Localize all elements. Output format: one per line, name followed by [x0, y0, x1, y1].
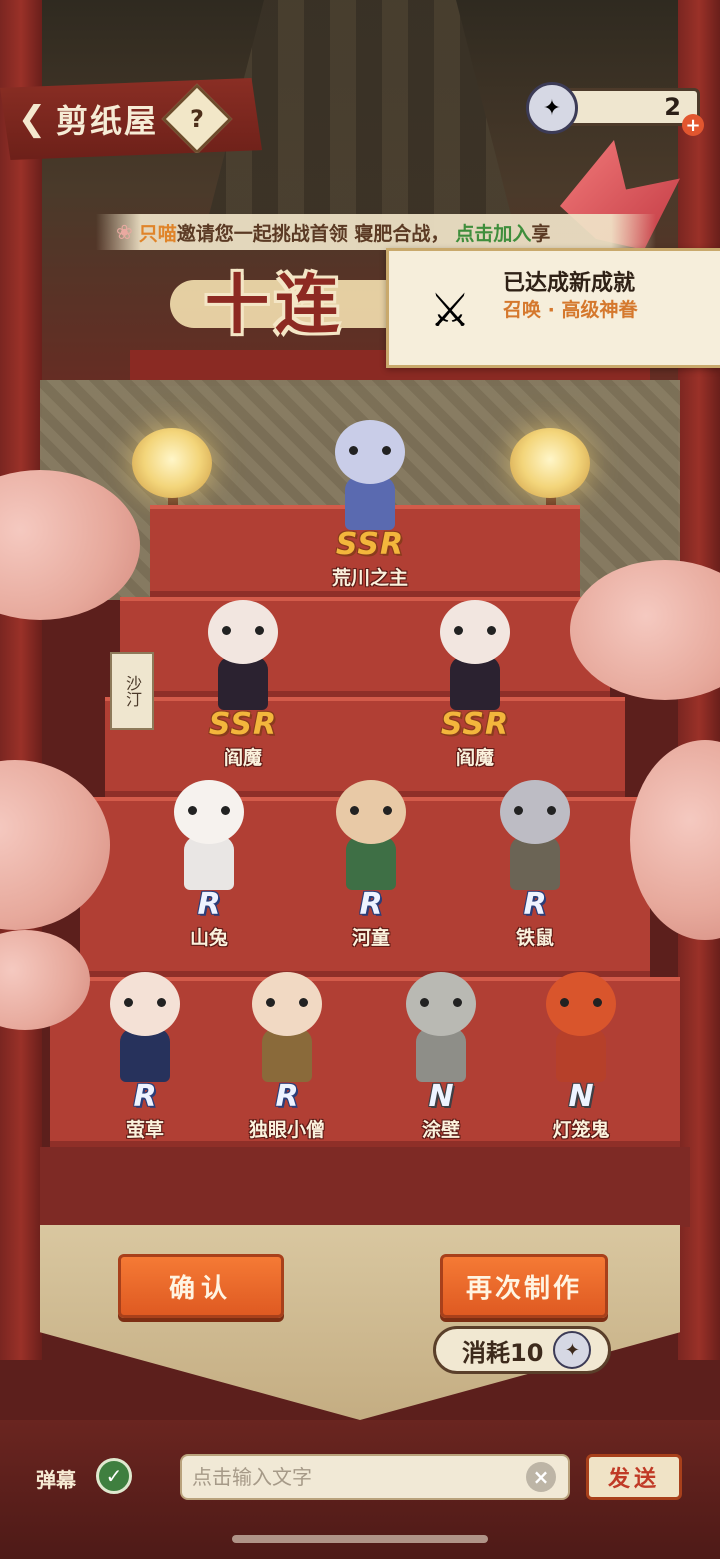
character-body [120, 1028, 170, 1082]
character-name: 河童 [351, 927, 390, 949]
invite-join-link[interactable]: 点击加入 [455, 219, 531, 246]
character-figure [100, 972, 190, 1082]
cost-indicator: 消耗10 ✦ [433, 1326, 611, 1374]
danmu-input[interactable] [180, 1454, 570, 1500]
character-eyes [124, 998, 166, 1007]
check-icon: ✓ [105, 1464, 123, 1488]
summon-again-button[interactable]: 再次制作 [440, 1254, 608, 1318]
character-eyes [514, 806, 556, 815]
character-card[interactable]: R 河童 [306, 760, 436, 950]
character-body [416, 1028, 466, 1082]
character-card[interactable]: SSR 阎魔 [410, 580, 540, 770]
rarity-badge: R [359, 887, 383, 922]
invite-text: 邀请您一起挑战首领 寝肥合战， [176, 222, 450, 245]
character-eyes [349, 446, 391, 455]
lantern-left [132, 428, 212, 498]
character-name: 涂壁 [421, 1119, 460, 1141]
character-name: 灯笼鬼 [552, 1119, 610, 1141]
character-eyes [188, 806, 230, 815]
tenpull-title: 十连 [205, 269, 345, 343]
rarity-badge: N [568, 1079, 594, 1114]
pillar-left [0, 0, 42, 1360]
character-card[interactable]: N 灯笼鬼 [516, 952, 646, 1142]
invite-banner[interactable]: ❀ 只喵 邀请您一起挑战首领 寝肥合战， 点击加入 享 [96, 214, 656, 250]
character-name: 独眼小僧 [248, 1119, 325, 1141]
character-eyes [266, 998, 308, 1007]
cost-label: 消耗10 [462, 1338, 544, 1367]
character-name: 萤草 [125, 1119, 164, 1141]
chevron-left-icon: ❮ [17, 99, 47, 139]
character-name: 山兔 [189, 927, 228, 949]
character-figure [396, 972, 486, 1082]
character-eyes [420, 998, 462, 1007]
invite-name: 只喵 [138, 222, 177, 245]
rarity-badge: R [523, 887, 547, 922]
character-eyes [350, 806, 392, 815]
character-figure [325, 420, 415, 530]
character-figure [198, 600, 288, 710]
character-body [450, 656, 500, 710]
rarity-badge: SSR [335, 527, 405, 562]
character-figure [490, 780, 580, 890]
character-figure [242, 972, 332, 1082]
danmu-label: 弹幕 [36, 1468, 76, 1492]
help-button[interactable]: ? [161, 83, 233, 155]
stair-base [40, 1147, 690, 1227]
back-button[interactable]: ❮ [14, 99, 50, 139]
character-card[interactable]: R 山兔 [144, 760, 274, 950]
achievement-toast[interactable]: ⚔ 已达成新成就 召唤 · 高级神眷 [386, 248, 720, 368]
character-card[interactable]: R 萤草 [80, 952, 210, 1142]
character-body [346, 836, 396, 890]
crossed-swords-icon: ⚔ [429, 283, 471, 337]
paper-doll-icon: ✦ [553, 1331, 592, 1369]
character-card[interactable]: R 独眼小僧 [222, 952, 352, 1142]
paper-doll-icon: ✦ [526, 82, 578, 134]
character-figure [326, 780, 416, 890]
character-eyes [560, 998, 602, 1007]
character-card[interactable]: SSR 阎魔 [178, 580, 308, 770]
character-eyes [454, 626, 496, 635]
send-button[interactable]: 发送 [586, 1454, 682, 1500]
character-card[interactable]: SSR 荒川之主 [305, 400, 435, 590]
character-figure [164, 780, 254, 890]
rarity-badge: N [428, 1079, 454, 1114]
flower-icon: ❀ [116, 220, 133, 244]
character-body [184, 836, 234, 890]
character-name: 铁鼠 [515, 927, 554, 949]
question-icon: ? [190, 104, 204, 133]
invite-text-tail: 享 [531, 222, 551, 245]
side-tag: 沙汀 [110, 652, 154, 730]
character-body [345, 476, 395, 530]
summon-result-screen: 沙汀 ❮ 剪纸屋 ? 2 ✦ + ❀ 只喵 邀请您一起挑战首领 寝肥合战， 点击… [0, 0, 720, 1559]
character-figure [536, 972, 626, 1082]
rarity-badge: SSR [208, 707, 278, 742]
rarity-badge: SSR [440, 707, 510, 742]
character-body [556, 1028, 606, 1082]
lantern-right [510, 428, 590, 498]
confirm-button[interactable]: 确认 [118, 1254, 284, 1318]
achievement-subtitle: 召唤 · 高级神眷 [503, 299, 638, 321]
character-card[interactable]: N 涂壁 [376, 952, 506, 1142]
character-body [262, 1028, 312, 1082]
character-body [510, 836, 560, 890]
header-plate: ❮ 剪纸屋 ? [0, 78, 262, 160]
rarity-badge: R [275, 1079, 299, 1114]
currency-count: 2 [664, 93, 681, 121]
character-eyes [222, 626, 264, 635]
currency-plus-button[interactable]: + [682, 114, 704, 136]
home-indicator [232, 1535, 488, 1543]
page-title: 剪纸屋 [56, 102, 159, 140]
character-card[interactable]: R 铁鼠 [470, 760, 600, 950]
rarity-badge: R [197, 887, 221, 922]
danmu-toggle[interactable]: ✓ [96, 1458, 132, 1494]
character-figure [430, 600, 520, 710]
rarity-badge: R [133, 1079, 157, 1114]
character-body [218, 656, 268, 710]
achievement-title: 已达成新成就 [503, 271, 636, 296]
close-icon[interactable]: × [526, 1462, 556, 1492]
